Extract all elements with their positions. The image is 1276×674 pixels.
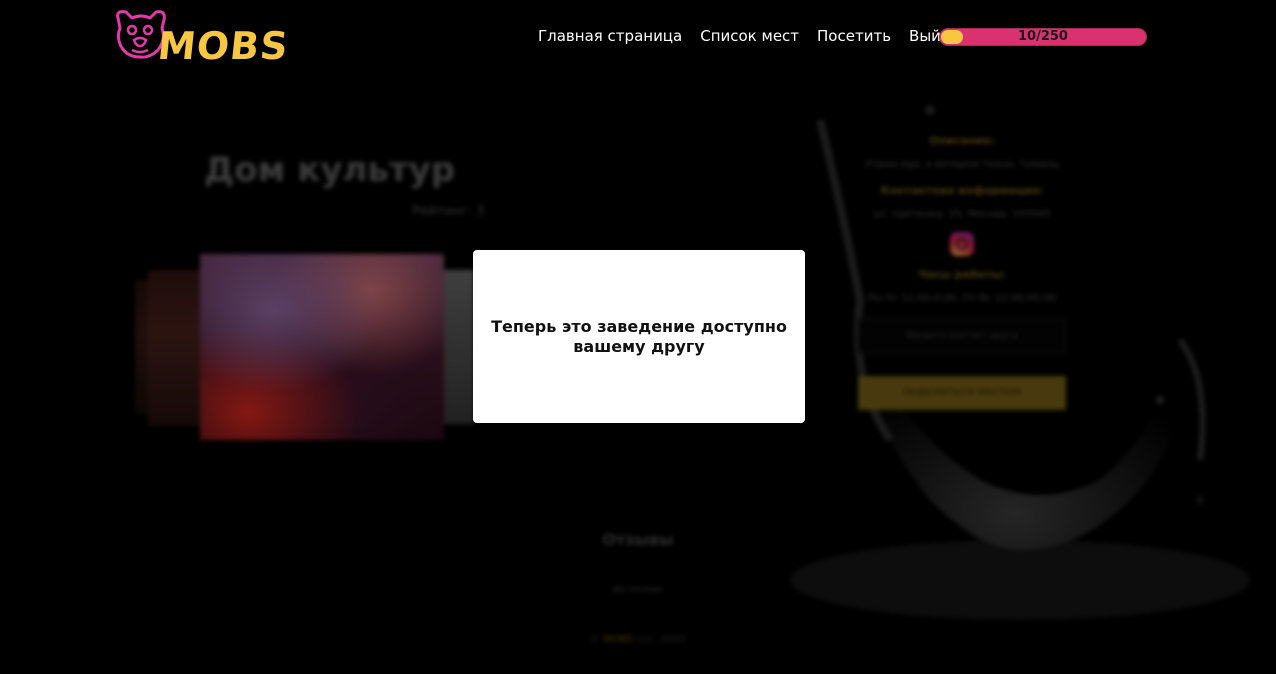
progress-label: 10/250 (1018, 29, 1068, 44)
logo-text: MOBS (155, 24, 291, 68)
visits-progress-bar: 10/250 (939, 28, 1147, 46)
header: MOBS Главная страница Список мест Посети… (0, 0, 1276, 80)
logo[interactable]: MOBS (112, 6, 291, 72)
nav-home[interactable]: Главная страница (538, 27, 682, 45)
page: MOBS Главная страница Список мест Посети… (0, 0, 1276, 674)
modal-message: Теперь это заведение доступно вашему дру… (491, 316, 787, 356)
main-nav: Главная страница Список мест Посетить Вы… (538, 27, 959, 45)
share-success-modal: Теперь это заведение доступно вашему дру… (473, 250, 805, 423)
nav-places-list[interactable]: Список мест (700, 27, 799, 45)
nav-visit[interactable]: Посетить (817, 27, 891, 45)
